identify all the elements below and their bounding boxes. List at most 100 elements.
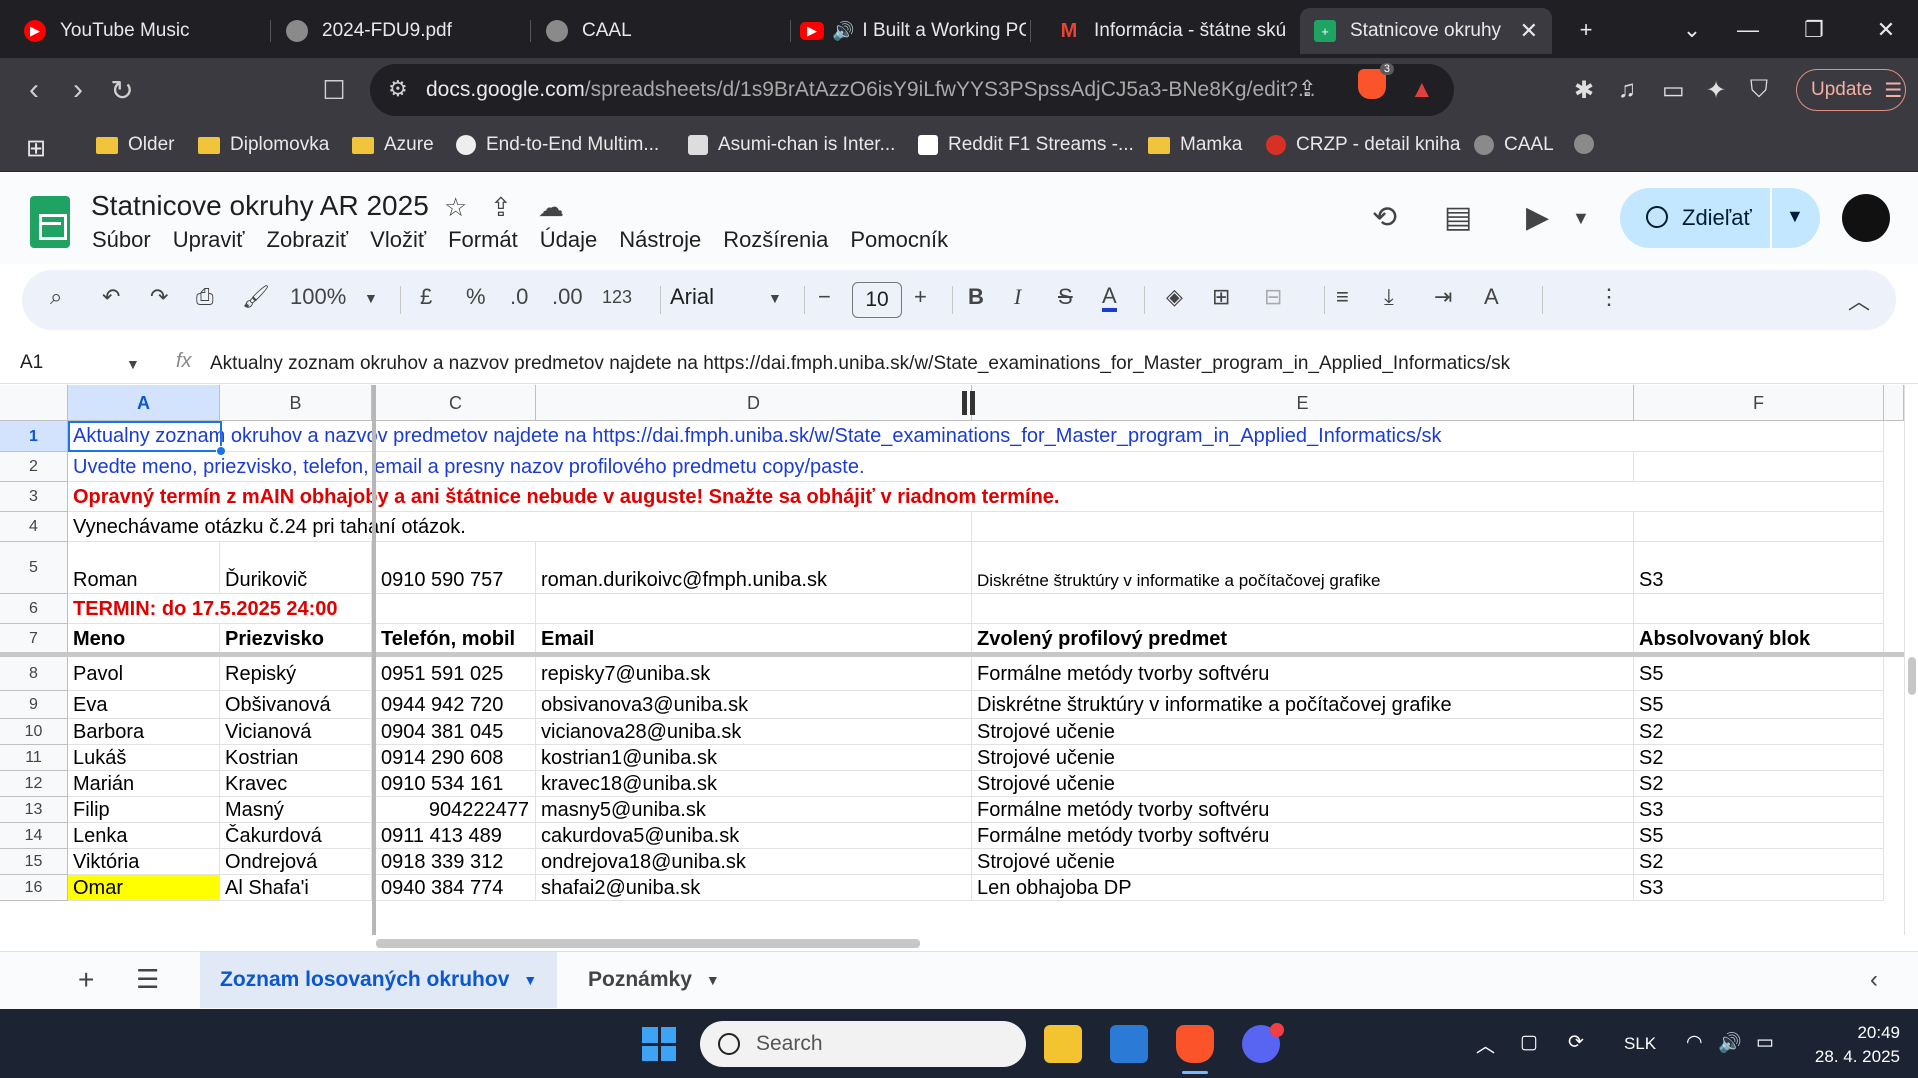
menu-tools[interactable]: Nástroje — [619, 227, 701, 253]
wifi-icon[interactable]: ◠ — [1686, 1031, 1703, 1054]
menu-format[interactable]: Formát — [448, 227, 518, 253]
menu-insert[interactable]: Vložiť — [370, 227, 426, 253]
clock[interactable]: 20:49 28. 4. 2025 — [1800, 1021, 1900, 1069]
column-resize-handle[interactable] — [970, 391, 975, 415]
cell-email[interactable]: kravec18@uniba.sk — [536, 771, 972, 797]
cell-a5[interactable]: Roman — [68, 542, 220, 594]
bookmark-asumi[interactable]: Asumi-chan is Inter... — [688, 134, 895, 156]
close-window-button[interactable]: ✕ — [1858, 8, 1914, 52]
row-header[interactable]: 9 — [0, 691, 68, 719]
share-button[interactable]: Zdieľať ▼ — [1620, 188, 1820, 248]
cell-blok[interactable]: S2 — [1634, 849, 1884, 875]
cell-b7-header[interactable]: Priezvisko — [220, 624, 372, 654]
cell-predmet[interactable]: Formálne metódy tvorby softvéru — [972, 797, 1634, 823]
version-history-icon[interactable]: ⟲ — [1372, 200, 1397, 235]
cell-f5[interactable]: S3 — [1634, 542, 1884, 594]
row-header[interactable]: 12 — [0, 771, 68, 797]
cell-d4[interactable] — [536, 512, 972, 542]
horizontal-scrollbar[interactable] — [376, 935, 1904, 951]
row-header[interactable]: 11 — [0, 745, 68, 771]
text-wrapping-icon[interactable]: ⇥ — [1434, 284, 1452, 310]
cell-predmet[interactable]: Strojové učenie — [972, 771, 1634, 797]
percent-format-button[interactable]: % — [466, 284, 486, 310]
column-header-e[interactable]: E — [972, 385, 1634, 421]
cell-email[interactable]: repisky7@uniba.sk — [536, 657, 972, 691]
column-header-d[interactable]: D — [536, 385, 972, 421]
bookmark-caal[interactable]: CAAL — [1474, 134, 1554, 156]
new-tab-button[interactable]: + — [1558, 8, 1614, 52]
column-header-a[interactable]: A — [68, 385, 220, 421]
cell-f2[interactable] — [1634, 452, 1884, 482]
cell-predmet[interactable]: Strojové učenie — [972, 745, 1634, 771]
decrease-decimal-button[interactable]: .0 — [510, 284, 528, 310]
music-icon[interactable]: ♫ — [1618, 76, 1636, 104]
cell-blok[interactable]: S2 — [1634, 719, 1884, 745]
name-box-dropdown-icon[interactable]: ▼ — [126, 356, 140, 372]
move-to-folder-icon[interactable]: ⇪ — [490, 192, 512, 223]
decrease-font-size-button[interactable]: − — [818, 284, 831, 310]
language-indicator[interactable]: SLK — [1624, 1034, 1656, 1054]
cell-email[interactable]: masny5@uniba.sk — [536, 797, 972, 823]
tab-search-button[interactable]: ⌄ — [1664, 8, 1720, 52]
cell-c5[interactable]: 0910 590 757 — [376, 542, 536, 594]
fill-color-icon[interactable]: ◈ — [1166, 284, 1183, 310]
tab-caal[interactable]: CAAL — [532, 8, 788, 54]
cell-meno[interactable]: Viktória — [68, 849, 220, 875]
strikethrough-icon[interactable]: S — [1058, 284, 1073, 310]
column-header-b[interactable]: B — [220, 385, 372, 421]
url-text[interactable]: docs.google.com/spreadsheets/d/1s9BrAtAz… — [426, 78, 1315, 102]
zoom-select[interactable]: 100% — [290, 284, 346, 310]
cell-d5[interactable]: roman.durikoivc@fmph.uniba.sk — [536, 542, 972, 594]
column-header-f[interactable]: F — [1634, 385, 1884, 421]
bookmark-azure[interactable]: Azure — [352, 134, 434, 156]
bookmark-end-to-end[interactable]: End-to-End Multim... — [456, 134, 659, 156]
reload-button[interactable]: ↻ — [100, 68, 144, 112]
font-size-input[interactable]: 10 — [852, 282, 902, 318]
cell-telefon[interactable]: 0904 381 045 — [376, 719, 536, 745]
frozen-columns-divider[interactable] — [372, 385, 376, 935]
cell-meno[interactable]: Filip — [68, 797, 220, 823]
cell-blok[interactable]: S5 — [1634, 657, 1884, 691]
file-explorer-icon[interactable] — [1044, 1025, 1082, 1063]
row-header[interactable]: 10 — [0, 719, 68, 745]
cell-email[interactable]: obsivanova3@uniba.sk — [536, 691, 972, 719]
cell-predmet[interactable]: Len obhajoba DP — [972, 875, 1634, 901]
windows-start-icon[interactable] — [642, 1027, 676, 1061]
bookmark-reddit-f1[interactable]: Reddit F1 Streams -... — [918, 134, 1134, 156]
cell-predmet[interactable]: Strojové učenie — [972, 719, 1634, 745]
cell-predmet[interactable]: Formálne metódy tvorby softvéru — [972, 657, 1634, 691]
undo-icon[interactable]: ↶ — [102, 284, 120, 310]
tab-youtube-music[interactable]: ▶ YouTube Music — [10, 8, 266, 54]
horizontal-scroll-thumb[interactable] — [376, 939, 920, 948]
column-resize-handle[interactable] — [962, 391, 967, 415]
all-sheets-icon[interactable]: ☰ — [136, 964, 159, 995]
update-button[interactable]: Update ☰ — [1796, 69, 1906, 111]
cell-blok[interactable]: S2 — [1634, 771, 1884, 797]
site-info-icon[interactable]: ⚙ — [388, 76, 408, 102]
row-header[interactable]: 5 — [0, 542, 68, 594]
cell-telefon[interactable]: 0944 942 720 — [376, 691, 536, 719]
back-button[interactable]: ‹ — [12, 68, 56, 112]
forward-button[interactable]: › — [56, 68, 100, 112]
cell-blok[interactable]: S5 — [1634, 823, 1884, 849]
cell-telefon[interactable]: 0918 339 312 — [376, 849, 536, 875]
cell-priezvisko[interactable]: Vicianová — [220, 719, 372, 745]
cell-e4[interactable] — [972, 512, 1634, 542]
increase-font-size-button[interactable]: + — [914, 284, 927, 310]
paint-format-icon[interactable]: 🖌 — [242, 284, 270, 310]
sheet-tab-zoznam[interactable]: Zoznam losovaných okruhov ▼ — [200, 952, 558, 1008]
cell-e2[interactable] — [972, 452, 1634, 482]
row-header[interactable]: 13 — [0, 797, 68, 823]
cell-c7-header[interactable]: Telefón, mobil — [376, 624, 536, 654]
cell-priezvisko[interactable]: Kravec — [220, 771, 372, 797]
cell-email[interactable]: kostrian1@uniba.sk — [536, 745, 972, 771]
cell-priezvisko[interactable]: Obšivanová — [220, 691, 372, 719]
formula-input[interactable]: Aktualny zoznam okruhov a nazvov predmet… — [210, 353, 1510, 375]
menu-data[interactable]: Údaje — [540, 227, 597, 253]
cell-d6[interactable] — [536, 594, 972, 624]
cell-a2[interactable]: Uvedte meno, priezvisko, telefon, email … — [68, 452, 972, 482]
select-all-corner[interactable] — [0, 385, 68, 421]
bookmark-globe[interactable] — [1574, 134, 1604, 154]
menu-help[interactable]: Pomocník — [850, 227, 948, 253]
row-header[interactable]: 15 — [0, 849, 68, 875]
